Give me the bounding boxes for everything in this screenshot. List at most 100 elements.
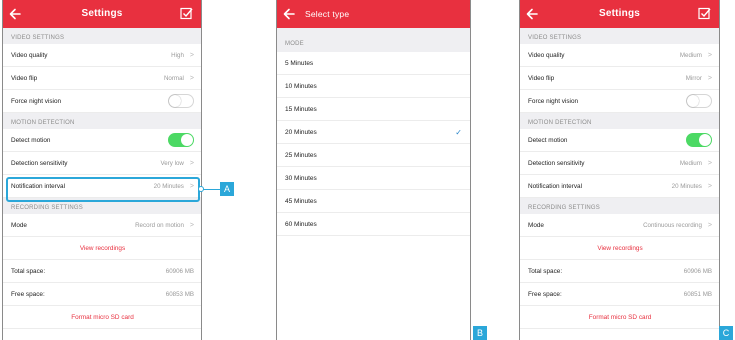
force-night-vision-row: Force night vision (3, 90, 201, 113)
video-quality-row[interactable]: Video quality Medium > (520, 44, 719, 67)
free-space-row: Free space: 60853 MB (3, 283, 201, 306)
force-night-vision-row: Force night vision (520, 90, 719, 113)
save-check-icon[interactable] (698, 7, 711, 20)
button-label: Format micro SD card (588, 313, 652, 321)
row-label: Force night vision (11, 97, 62, 105)
interval-option-selected[interactable]: 20 Minutes ✓ (277, 121, 470, 144)
interval-option[interactable]: 5 Minutes (277, 52, 470, 75)
row-value: Normal (163, 74, 184, 82)
row-value: Mirror (685, 74, 702, 82)
detect-motion-toggle[interactable] (686, 133, 712, 147)
row-value: 60906 MB (165, 267, 194, 275)
header-bar: Settings (3, 0, 201, 28)
row-value: High (171, 51, 184, 59)
row-label: Video flip (11, 74, 38, 82)
interval-option[interactable]: 30 Minutes (277, 167, 470, 190)
header-bar: Settings (520, 0, 719, 28)
callout-label-b: B (473, 326, 487, 340)
settings-screen-c: Settings VIDEO SETTINGS Video quality Me… (519, 0, 720, 340)
row-label: Detect motion (528, 136, 568, 144)
detect-motion-row: Detect motion (520, 129, 719, 152)
section-recording-settings: RECORDING SETTINGS (520, 198, 719, 214)
total-space-row: Total space: 60906 MB (520, 260, 719, 283)
checkmark-icon: ✓ (455, 127, 462, 137)
section-video-settings: VIDEO SETTINGS (3, 28, 201, 44)
chevron-right-icon: > (707, 74, 712, 82)
option-label: 25 Minutes (285, 151, 317, 159)
toggle-knob (687, 95, 699, 107)
notification-interval-row[interactable]: Notification interval 20 Minutes > (520, 175, 719, 198)
row-label: Detection sensitivity (528, 159, 585, 167)
night-vision-toggle[interactable] (168, 94, 194, 108)
row-value: Record on motion (135, 221, 184, 229)
chevron-right-icon: > (189, 159, 194, 167)
detection-sensitivity-row[interactable]: Detection sensitivity Medium > (520, 152, 719, 175)
option-label: 30 Minutes (285, 174, 317, 182)
option-label: 60 Minutes (285, 220, 317, 228)
toggle-knob (169, 95, 181, 107)
row-label: Mode (528, 221, 544, 229)
option-label: 5 Minutes (285, 59, 314, 67)
row-label: Detection sensitivity (11, 159, 68, 167)
row-label: Total space: (11, 267, 46, 275)
video-flip-row[interactable]: Video flip Normal > (3, 67, 201, 90)
callout-dot (198, 186, 204, 192)
section-motion-detection: MOTION DETECTION (3, 113, 201, 129)
option-label: 15 Minutes (285, 105, 317, 113)
row-label: Force night vision (528, 97, 579, 105)
row-label: Free space: (528, 290, 562, 298)
row-label: Total space: (528, 267, 563, 275)
interval-option[interactable]: 60 Minutes (277, 213, 470, 236)
row-label: Free space: (11, 290, 45, 298)
callout-label-c: C (719, 326, 733, 340)
chevron-right-icon: > (189, 51, 194, 59)
row-label: Video quality (528, 51, 565, 59)
button-label: View recordings (79, 244, 126, 252)
select-type-screen: Select type MODE 5 Minutes 10 Minutes 15… (276, 0, 471, 340)
row-label: Notification interval (528, 182, 582, 190)
row-value: Medium (679, 51, 702, 59)
row-label: Mode (11, 221, 27, 229)
row-value: 60853 MB (165, 290, 194, 298)
row-value: 60906 MB (683, 267, 712, 275)
chevron-right-icon: > (707, 51, 712, 59)
detect-motion-toggle[interactable] (168, 133, 194, 147)
mode-row[interactable]: Mode Record on motion > (3, 214, 201, 237)
view-recordings-button[interactable]: View recordings (3, 237, 201, 260)
format-sd-card-button[interactable]: Format micro SD card (3, 306, 201, 329)
interval-option[interactable]: 10 Minutes (277, 75, 470, 98)
page-title: Settings (598, 8, 641, 19)
option-label: 45 Minutes (285, 197, 317, 205)
video-flip-row[interactable]: Video flip Mirror > (520, 67, 719, 90)
detection-sensitivity-row[interactable]: Detection sensitivity Very low > (3, 152, 201, 175)
night-vision-toggle[interactable] (686, 94, 712, 108)
interval-option[interactable]: 25 Minutes (277, 144, 470, 167)
view-recordings-button[interactable]: View recordings (520, 237, 719, 260)
option-label: 10 Minutes (285, 82, 317, 90)
row-value: Very low (160, 159, 184, 167)
row-value: Medium (679, 159, 702, 167)
chevron-right-icon: > (707, 182, 712, 190)
section-motion-detection: MOTION DETECTION (520, 113, 719, 129)
chevron-right-icon: > (707, 159, 712, 167)
save-check-icon[interactable] (180, 7, 193, 20)
toggle-knob (699, 134, 711, 146)
interval-option[interactable]: 45 Minutes (277, 190, 470, 213)
button-label: Format micro SD card (71, 313, 134, 321)
row-label: Detect motion (11, 136, 51, 144)
mode-row[interactable]: Mode Continuous recording > (520, 214, 719, 237)
header-bar: Select type (277, 0, 470, 28)
free-space-row: Free space: 60851 MB (520, 283, 719, 306)
notification-interval-highlight (6, 177, 200, 202)
row-value: 60851 MB (683, 290, 712, 298)
video-quality-row[interactable]: Video quality High > (3, 44, 201, 67)
toggle-knob (181, 134, 193, 146)
format-sd-card-button[interactable]: Format micro SD card (520, 306, 719, 329)
chevron-right-icon: > (189, 221, 194, 229)
back-arrow-icon[interactable] (282, 7, 296, 21)
detect-motion-row: Detect motion (3, 129, 201, 152)
chevron-right-icon: > (189, 74, 194, 82)
row-label: Video quality (11, 51, 48, 59)
interval-option[interactable]: 15 Minutes (277, 98, 470, 121)
settings-screen-a: Settings VIDEO SETTINGS Video quality Hi… (2, 0, 202, 340)
